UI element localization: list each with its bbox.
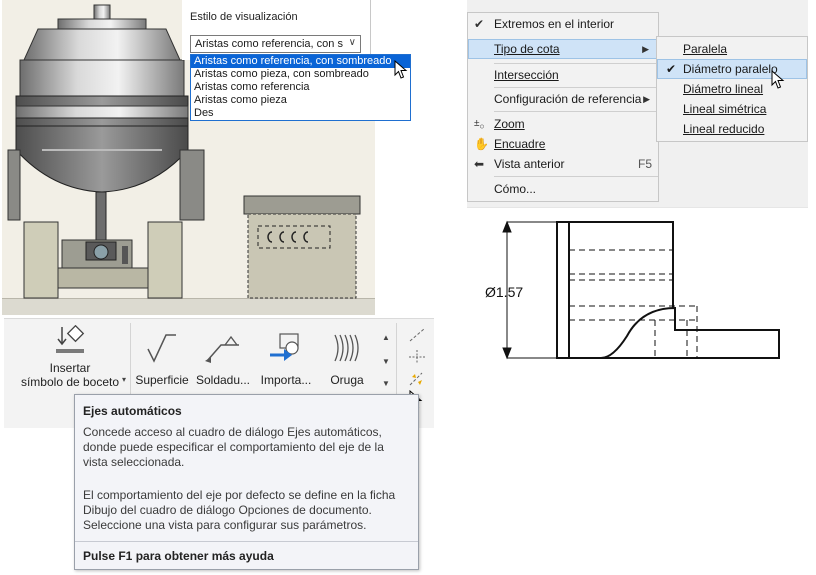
menu-item-dimension-type[interactable]: Tipo de cota ▶ xyxy=(468,39,658,59)
weld-symbol-icon xyxy=(205,335,239,363)
menu-item-label: Configuración de referencia xyxy=(494,92,642,106)
menu-item-label: Zoom xyxy=(494,117,525,131)
zoom-icon: ±○ xyxy=(474,118,485,131)
gallery-scroll-up-icon[interactable]: ▲ xyxy=(382,333,390,342)
tooltip-detail: El comportamiento del eje por defecto se… xyxy=(83,488,396,532)
dropdown-arrow-icon[interactable]: ▾ xyxy=(122,375,126,384)
submenu-item-label: Diámetro lineal xyxy=(683,82,764,96)
tooltip-title: Ejes automáticos xyxy=(83,404,182,418)
menu-item-label: Vista anterior xyxy=(494,157,565,171)
submenu-item-label: Lineal simétrica xyxy=(683,102,767,116)
check-icon: ✔ xyxy=(474,17,485,31)
gallery-label: Superficie xyxy=(135,373,189,387)
sketch-symbol-icon xyxy=(56,325,85,353)
diameter-dimension-label: Ø1.57 xyxy=(485,284,524,300)
display-style-option[interactable]: Aristas como pieza xyxy=(191,94,410,107)
display-style-options: Aristas como referencia, con sombreado A… xyxy=(190,54,411,121)
display-style-option[interactable]: Aristas como pieza, con sombreado xyxy=(191,68,410,81)
context-menu: ✔ Extremos en el interior Tipo de cota ▶… xyxy=(467,12,659,202)
chevron-down-icon[interactable]: ∨ xyxy=(349,37,356,48)
dimension-type-submenu: Paralela ✔ Diámetro paralelo Diámetro li… xyxy=(656,36,808,142)
insert-sketch-symbol-label-1: Insertar xyxy=(49,361,91,375)
menu-item-ends-inside[interactable]: ✔ Extremos en el interior xyxy=(468,14,658,34)
menu-item-zoom[interactable]: ±○ Zoom xyxy=(468,114,658,134)
surface-texture-icon xyxy=(147,334,176,363)
tooltip-auto-axes: Ejes automáticos Concede acceso al cuadr… xyxy=(74,394,419,570)
check-icon: ✔ xyxy=(666,62,677,76)
gallery-label: Importa... xyxy=(260,373,312,387)
display-style-option[interactable]: Des xyxy=(191,107,410,120)
gallery-label: Soldadu... xyxy=(195,373,251,387)
menu-item-pan[interactable]: ✋ Encuadre xyxy=(468,134,658,154)
insert-sketch-symbol-label-2: símbolo de boceto xyxy=(20,375,120,389)
menu-item-label: Encuadre xyxy=(494,137,546,151)
center-mark-icon[interactable] xyxy=(408,349,426,365)
tooltip-divider xyxy=(75,541,418,542)
submenu-item-label: Diámetro paralelo xyxy=(683,62,778,76)
gallery-expand-icon[interactable]: ▼ xyxy=(382,379,390,388)
menu-item-label: Intersección xyxy=(494,68,559,82)
pan-hand-icon: ✋ xyxy=(474,137,489,151)
menu-item-reference-settings[interactable]: Configuración de referencia ▶ xyxy=(468,89,658,109)
menu-item-previous-view[interactable]: ⬅ Vista anterior F5 xyxy=(468,154,658,174)
mouse-cursor-icon xyxy=(394,60,408,79)
gallery-item-import[interactable]: Importa... xyxy=(256,331,316,387)
caterpillar-weld-icon xyxy=(334,334,359,362)
display-style-label: Estilo de visualización xyxy=(190,11,298,23)
menu-item-shortcut: F5 xyxy=(637,157,652,171)
display-style-option[interactable]: Aristas como referencia, con sombreado xyxy=(191,55,410,68)
mouse-cursor-icon xyxy=(771,70,785,89)
submenu-item-label: Lineal reducido xyxy=(683,122,765,136)
menu-item-label: Extremos en el interior xyxy=(494,17,615,31)
menu-item-label: Tipo de cota xyxy=(494,42,560,56)
drawing-view: Ø1.57 xyxy=(467,207,808,365)
display-style-value: Aristas como referencia, con s xyxy=(195,38,343,50)
automatic-axes-icon[interactable] xyxy=(408,371,426,387)
import-arrow-icon xyxy=(270,333,299,361)
submenu-item-reduced-linear[interactable]: Lineal reducido xyxy=(657,119,807,139)
display-style-select[interactable]: Aristas como referencia, con s ∨ xyxy=(190,35,361,53)
menu-item-intersection[interactable]: Intersección xyxy=(468,65,658,85)
gallery-item-weld[interactable]: Soldadu... xyxy=(194,331,252,387)
gallery-label: Oruga xyxy=(330,373,364,387)
submenu-arrow-icon: ▶ xyxy=(642,44,649,54)
gallery-item-surface[interactable]: Superficie xyxy=(132,331,192,387)
insert-sketch-symbol-button[interactable]: Insertar símbolo de boceto xyxy=(16,325,124,389)
gallery-scroll-down-icon[interactable]: ▼ xyxy=(382,357,390,366)
menu-item-label: Cómo... xyxy=(494,182,537,196)
submenu-arrow-icon: ▶ xyxy=(643,94,650,104)
submenu-item-symmetric-linear[interactable]: Lineal simétrica xyxy=(657,99,807,119)
display-style-option[interactable]: Aristas como referencia xyxy=(191,81,410,94)
submenu-item-parallel[interactable]: Paralela xyxy=(657,39,807,59)
context-menu-panel: ✔ Extremos en el interior Tipo de cota ▶… xyxy=(467,0,808,207)
tooltip-help: Pulse F1 para obtener más ayuda xyxy=(83,549,274,563)
centerline-icon[interactable] xyxy=(408,327,426,343)
tooltip-description: Concede acceso al cuadro de diálogo Ejes… xyxy=(83,425,384,469)
menu-item-how-to[interactable]: Cómo... xyxy=(468,179,658,199)
gallery-item-caterpillar[interactable]: Oruga xyxy=(322,331,372,387)
previous-view-icon: ⬅ xyxy=(474,157,485,171)
submenu-item-label: Paralela xyxy=(683,42,728,56)
